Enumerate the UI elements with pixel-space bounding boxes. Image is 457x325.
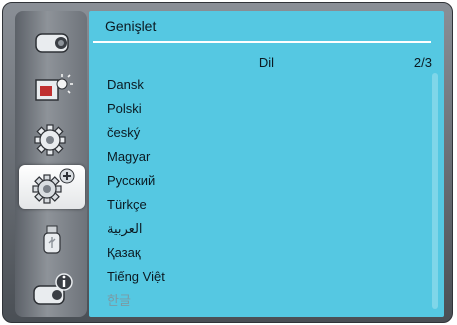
menu-header: Genişlet [89, 11, 444, 41]
language-item-magyar[interactable]: Magyar [89, 145, 429, 169]
language-item-kazakh[interactable]: Қазақ [89, 241, 429, 265]
language-item-turkce[interactable]: Türkçe [89, 193, 429, 217]
display-icon [35, 33, 69, 53]
language-item-cesky[interactable]: český [89, 121, 429, 145]
language-item-polski[interactable]: Polski [89, 97, 429, 121]
language-item-arabic[interactable]: العربية [89, 217, 429, 241]
menu-title: Genişlet [105, 18, 157, 34]
header-divider [93, 41, 431, 43]
language-item-vietnamese[interactable]: Tiếng Việt [89, 265, 429, 289]
usb-icon [43, 225, 61, 254]
settings-gear-icon [34, 124, 66, 156]
tab-expand[interactable] [19, 165, 85, 209]
language-item-russian[interactable]: Русский [89, 169, 429, 193]
expand-settings-icon [32, 168, 75, 204]
tab-usb[interactable] [19, 217, 85, 261]
language-item-korean[interactable]: 한글 [89, 289, 429, 313]
submenu-header: Dil 2/3 [89, 55, 444, 71]
image-adjust-icon [35, 74, 73, 101]
language-item-dansk[interactable]: Dansk [89, 73, 429, 97]
tab-info[interactable] [19, 267, 85, 311]
submenu-title: Dil [258, 55, 275, 70]
menu-panel: Genişlet Dil 2/3 Dansk Polski český Magy… [89, 11, 444, 317]
scrollbar[interactable] [432, 73, 438, 309]
sidebar [15, 11, 87, 317]
osd-frame: Genişlet Dil 2/3 Dansk Polski český Magy… [2, 2, 453, 323]
tab-image[interactable] [19, 67, 85, 111]
language-list: Dansk Polski český Magyar Русский Türkçe… [89, 73, 429, 313]
page-indicator: 2/3 [413, 55, 432, 70]
info-icon [33, 273, 73, 305]
tab-display[interactable] [19, 17, 85, 61]
tab-settings[interactable] [19, 117, 85, 161]
